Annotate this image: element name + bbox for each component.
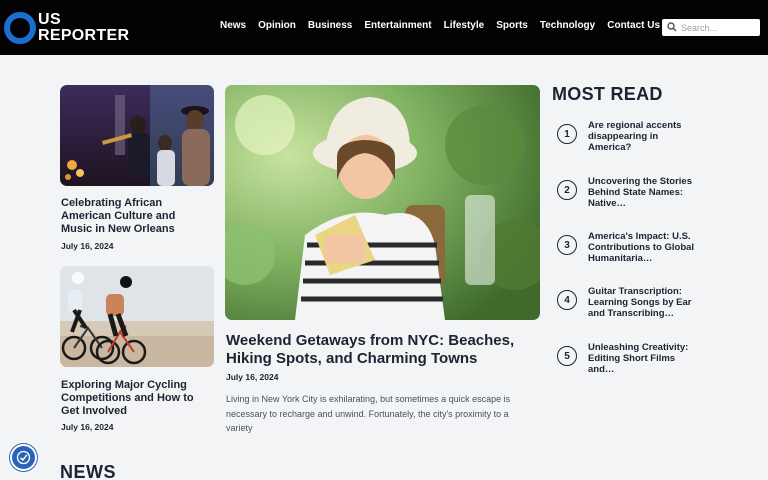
nav-news[interactable]: News [220,20,246,31]
rank-number: 3 [557,235,577,255]
featured-date: July 16, 2024 [226,372,279,382]
most-read-title[interactable]: America's Impact: U.S. Contributions to … [588,231,703,265]
most-read-title[interactable]: Guitar Transcription: Learning Songs by … [588,286,703,320]
search-icon [667,22,677,32]
most-read-title[interactable]: Uncovering the Stories Behind State Name… [588,176,703,210]
site-header: US REPORTER News Opinion Business Entert… [0,0,768,55]
nav-opinion[interactable]: Opinion [258,20,296,31]
article-title[interactable]: Celebrating African American Culture and… [61,197,201,236]
nav-entertainment[interactable]: Entertainment [364,20,431,31]
logo-text-top: US [38,11,62,28]
accessibility-icon [16,450,31,465]
rank-number: 2 [557,180,577,200]
search-input[interactable] [681,21,757,34]
most-read-title[interactable]: Unleashing Creativity: Editing Short Fil… [588,342,703,376]
rank-number: 5 [557,346,577,366]
site-logo[interactable]: US REPORTER [4,12,134,46]
nav-sports[interactable]: Sports [496,20,528,31]
logo-ring-icon [4,12,36,44]
featured-image-woman-reading[interactable] [225,85,540,320]
most-read-heading: MOST READ [552,84,663,104]
nav-technology[interactable]: Technology [540,20,595,31]
featured-excerpt: Living in New York City is exhilarating,… [226,394,511,433]
most-read-title[interactable]: Are regional accents disappearing in Ame… [588,120,703,154]
rank-number: 4 [557,290,577,310]
main-nav: News Opinion Business Entertainment Life… [220,20,660,31]
accessibility-button[interactable] [10,444,37,471]
article-image-jazz-concert[interactable] [60,85,214,186]
article-date: July 16, 2024 [61,422,114,432]
article-title[interactable]: Exploring Major Cycling Competitions and… [61,379,211,418]
article-image-cyclists[interactable] [60,266,214,367]
logo-text-bottom: REPORTER [38,27,130,44]
search-box[interactable] [662,19,760,36]
featured-title[interactable]: Weekend Getaways from NYC: Beaches, Hiki… [226,332,536,368]
news-section-heading: NEWS [60,462,116,480]
nav-business[interactable]: Business [308,20,352,31]
nav-lifestyle[interactable]: Lifestyle [444,20,485,31]
nav-contact-us[interactable]: Contact Us [607,20,660,31]
rank-number: 1 [557,124,577,144]
article-date: July 16, 2024 [61,241,114,251]
